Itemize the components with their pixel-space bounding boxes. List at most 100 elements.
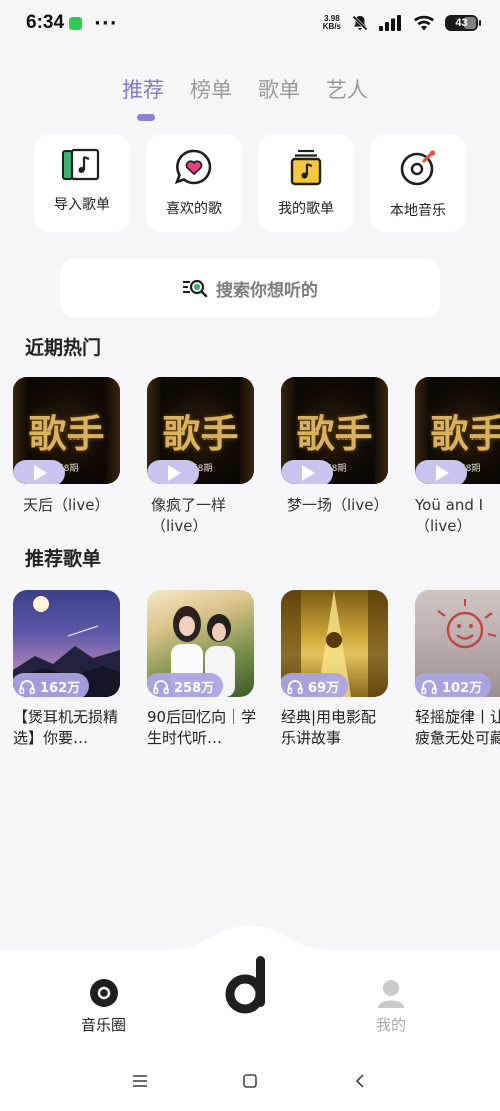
recent-hot-item[interactable]: 歌手 2025 第8期 天后（live） — [13, 377, 120, 537]
playlist-item[interactable]: 162万 【煲耳机无损精选】你要… — [13, 590, 120, 749]
recent-hot-item[interactable]: 歌手 2025 第8期 梦一场（live） — [281, 377, 388, 537]
play-count: 102万 — [415, 673, 492, 697]
play-count-value: 162万 — [40, 680, 81, 696]
recent-hot-item[interactable]: 歌手 2025 第8期 像疯了一样（live） — [147, 377, 254, 537]
recent-hot-item[interactable]: 歌手 2025 第8期 Yoü and I（live） — [415, 377, 500, 537]
cover-title: 歌手 — [296, 411, 373, 456]
battery-icon: 43 — [445, 15, 481, 31]
song-title: Yoü and I（live） — [415, 496, 484, 535]
import-playlist-button[interactable]: 导入歌单 — [34, 134, 130, 232]
menu-button[interactable] — [127, 1068, 153, 1094]
liked-songs-label: 喜欢的歌 — [166, 201, 222, 217]
recommended-playlists-list: 162万 【煲耳机无损精选】你要… 258万 90后回忆向｜学生时代听… 69万… — [13, 590, 500, 749]
headphones-icon — [153, 679, 169, 694]
profile-icon — [378, 980, 404, 1008]
cover-title: 歌手 — [162, 411, 239, 456]
playlist-cover: 69万 — [281, 590, 388, 697]
menu-icon — [133, 1075, 147, 1087]
play-button[interactable] — [13, 460, 65, 484]
play-count-value: 69万 — [308, 680, 340, 696]
headphones-icon — [19, 679, 35, 694]
headphones-icon — [287, 679, 303, 694]
play-button[interactable] — [147, 460, 199, 484]
play-count: 69万 — [281, 673, 349, 697]
local-music-label: 本地音乐 — [390, 203, 446, 219]
cover-year: 2025 — [471, 435, 487, 442]
playlist-item[interactable]: 102万 轻摇旋律丨让疲惫无处可藏 — [415, 590, 500, 749]
quick-actions: 导入歌单 喜欢的歌 我的歌单 本地音乐 — [34, 134, 466, 232]
tab-recommend[interactable]: 推荐 — [122, 74, 164, 104]
play-icon — [168, 465, 181, 481]
home-icon — [243, 1074, 257, 1088]
import-playlist-icon — [62, 148, 100, 181]
playlist-title: 经典|用电影配乐讲故事 — [281, 708, 377, 747]
top-tabs: 推荐 榜单 歌单 艺人 — [122, 74, 368, 104]
signal-icon — [379, 15, 401, 31]
music-circle-icon — [89, 979, 118, 1007]
app-logo-icon — [225, 956, 265, 1014]
vinyl-record-icon — [400, 150, 436, 186]
song-cover: 歌手 2025 第8期 — [147, 377, 254, 484]
play-icon — [302, 465, 315, 481]
cover-title: 歌手 — [430, 411, 500, 456]
playlist-title: 90后回忆向｜学生时代听… — [147, 708, 257, 747]
playlist-title: 【煲耳机无损精选】你要… — [13, 708, 119, 747]
cover-year: 2025 — [337, 435, 353, 442]
my-playlist-icon — [290, 149, 322, 186]
play-count-value: 102万 — [442, 680, 483, 696]
search-icon — [183, 279, 208, 298]
local-music-button[interactable]: 本地音乐 — [370, 134, 466, 232]
recent-hot-list: 歌手 2025 第8期 天后（live） 歌手 2025 第8期 像疯了一样（l… — [13, 377, 500, 537]
app-notification-icon — [69, 16, 83, 30]
home-button[interactable] — [237, 1068, 263, 1094]
song-cover: 歌手 2025 第8期 — [415, 377, 500, 484]
recommended-playlists-title: 推荐歌单 — [25, 548, 102, 570]
song-cover: 歌手 2025 第8期 — [281, 377, 388, 484]
back-icon — [355, 1074, 364, 1088]
network-speed-unit: KB/s — [322, 22, 341, 31]
playlist-item[interactable]: 69万 经典|用电影配乐讲故事 — [281, 590, 388, 749]
playlist-title: 轻摇旋律丨让疲惫无处可藏 — [415, 708, 500, 747]
search-placeholder: 搜索你想听的 — [216, 280, 318, 301]
nav-music-circle-label: 音乐圈 — [81, 1016, 127, 1034]
more-notifications-icon: ··· — [94, 12, 118, 34]
system-navigation — [0, 1068, 500, 1094]
mute-bell-icon — [352, 15, 368, 31]
wifi-icon — [414, 15, 434, 31]
playlist-item[interactable]: 258万 90后回忆向｜学生时代听… — [147, 590, 257, 749]
back-button[interactable] — [347, 1068, 373, 1094]
song-title: 梦一场（live） — [287, 496, 389, 514]
song-title: 天后（live） — [23, 496, 110, 514]
play-count: 258万 — [147, 673, 224, 697]
play-count-value: 258万 — [174, 680, 215, 696]
playlist-cover: 162万 — [13, 590, 120, 697]
status-right: 3.98 KB/s 43 — [323, 14, 481, 32]
playlist-cover: 258万 — [147, 590, 254, 697]
play-icon — [34, 465, 47, 481]
nav-music-circle[interactable]: 音乐圈 — [81, 978, 126, 1035]
cover-year: 2025 — [203, 435, 219, 442]
playlist-cover: 102万 — [415, 590, 500, 697]
search-bar[interactable]: 搜索你想听的 — [60, 259, 440, 317]
liked-songs-button[interactable]: 喜欢的歌 — [146, 134, 242, 232]
song-cover: 歌手 2025 第8期 — [13, 377, 120, 484]
tab-artists[interactable]: 艺人 — [326, 74, 368, 104]
tab-indicator — [137, 114, 155, 121]
battery-level: 43 — [455, 17, 468, 29]
nav-mine-label: 我的 — [376, 1016, 407, 1034]
import-playlist-label: 导入歌单 — [54, 197, 110, 213]
tab-charts[interactable]: 榜单 — [190, 74, 232, 104]
play-button[interactable] — [415, 460, 467, 484]
my-playlists-label: 我的歌单 — [278, 201, 334, 217]
heart-bubble-icon — [174, 149, 212, 185]
center-logo-button[interactable] — [224, 954, 276, 1016]
status-bar: 6:34 ··· 3.98 KB/s 43 — [0, 0, 500, 46]
play-button[interactable] — [281, 460, 333, 484]
song-title: 像疯了一样（live） — [151, 496, 227, 535]
my-playlists-button[interactable]: 我的歌单 — [258, 134, 354, 232]
play-count: 162万 — [13, 673, 90, 697]
tab-playlists[interactable]: 歌单 — [258, 74, 300, 104]
nav-mine[interactable]: 我的 — [376, 978, 406, 1035]
network-speed: 3.98 KB/s — [323, 15, 341, 31]
recent-hot-title: 近期热门 — [25, 337, 102, 359]
